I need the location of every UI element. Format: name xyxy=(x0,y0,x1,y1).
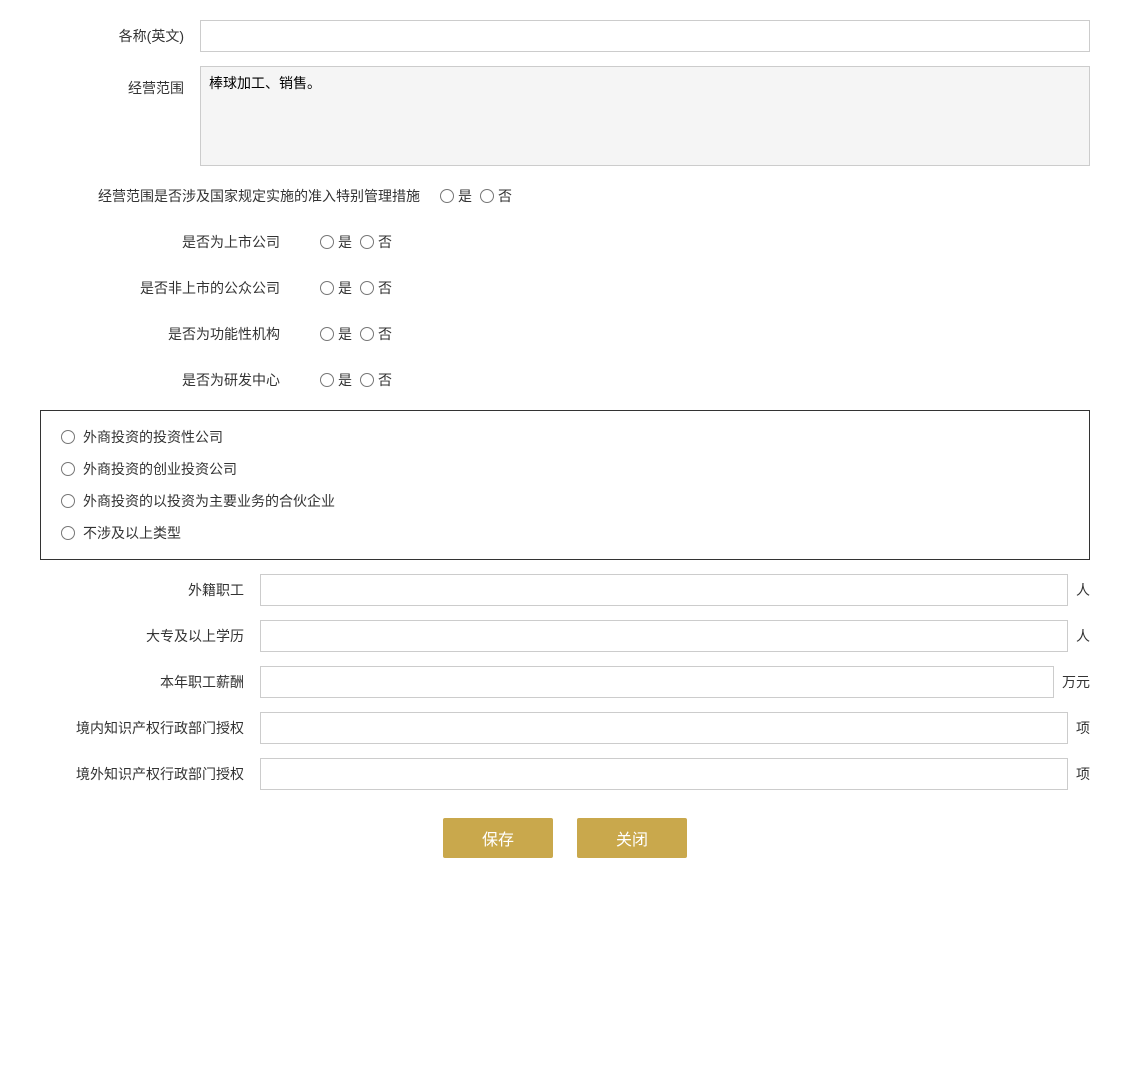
college-degree-label: 大专及以上学历 xyxy=(40,620,260,652)
annual-salary-input[interactable] xyxy=(260,666,1054,698)
special-management-yes-radio[interactable] xyxy=(440,189,454,203)
non-listed-public-no-radio[interactable] xyxy=(360,281,374,295)
special-management-no-text: 否 xyxy=(498,180,512,212)
foreign-staff-input[interactable] xyxy=(260,574,1068,606)
special-management-row: 经营范围是否涉及国家规定实施的准入特别管理措施 是 否 xyxy=(40,180,1090,212)
foreign-ip-input[interactable] xyxy=(260,758,1068,790)
listed-company-row: 是否为上市公司 是 否 xyxy=(40,226,1090,258)
annual-salary-row: 本年职工薪酬 万元 xyxy=(40,666,1090,698)
functional-institution-yes-label[interactable]: 是 xyxy=(320,318,352,350)
investment-company-item[interactable]: 外商投资的投资性公司 xyxy=(61,427,1069,447)
non-listed-public-label: 是否非上市的公众公司 xyxy=(40,272,300,304)
rd-center-label: 是否为研发中心 xyxy=(40,364,300,396)
functional-institution-yes-radio[interactable] xyxy=(320,327,334,341)
save-button[interactable]: 保存 xyxy=(443,818,553,858)
business-scope-textarea[interactable]: 棒球加工、销售。 xyxy=(200,66,1090,166)
functional-institution-radio-group: 是 否 xyxy=(300,318,392,350)
domestic-ip-input[interactable] xyxy=(260,712,1068,744)
non-listed-public-no-label[interactable]: 否 xyxy=(360,272,392,304)
listed-company-radio-group: 是 否 xyxy=(300,226,392,258)
college-degree-row: 大专及以上学历 人 xyxy=(40,620,1090,652)
investment-company-label: 外商投资的投资性公司 xyxy=(83,427,223,447)
special-management-yes-label[interactable]: 是 xyxy=(440,180,472,212)
annual-salary-label: 本年职工薪酬 xyxy=(40,666,260,698)
partnership-investment-item[interactable]: 外商投资的以投资为主要业务的合伙企业 xyxy=(61,491,1069,511)
rd-center-radio-group: 是 否 xyxy=(300,364,392,396)
non-listed-public-no-text: 否 xyxy=(378,272,392,304)
partnership-investment-radio[interactable] xyxy=(61,494,75,508)
not-applicable-radio[interactable] xyxy=(61,526,75,540)
special-management-radio-group: 是 否 xyxy=(440,180,512,212)
functional-institution-label: 是否为功能性机构 xyxy=(40,318,300,350)
listed-company-no-radio[interactable] xyxy=(360,235,374,249)
rd-center-yes-label[interactable]: 是 xyxy=(320,364,352,396)
venture-investment-label: 外商投资的创业投资公司 xyxy=(83,459,237,479)
college-degree-input[interactable] xyxy=(260,620,1068,652)
rd-center-yes-radio[interactable] xyxy=(320,373,334,387)
investment-company-radio[interactable] xyxy=(61,430,75,444)
rd-center-no-label[interactable]: 否 xyxy=(360,364,392,396)
name-en-input[interactable] xyxy=(200,20,1090,52)
functional-institution-no-text: 否 xyxy=(378,318,392,350)
special-management-no-radio[interactable] xyxy=(480,189,494,203)
domestic-ip-row: 境内知识产权行政部门授权 项 xyxy=(40,712,1090,744)
listed-company-no-text: 否 xyxy=(378,226,392,258)
rd-center-row: 是否为研发中心 是 否 xyxy=(40,364,1090,396)
foreign-staff-unit: 人 xyxy=(1068,574,1090,606)
special-management-yes-text: 是 xyxy=(458,180,472,212)
rd-center-no-radio[interactable] xyxy=(360,373,374,387)
listed-company-yes-radio[interactable] xyxy=(320,235,334,249)
special-management-no-label[interactable]: 否 xyxy=(480,180,512,212)
functional-institution-row: 是否为功能性机构 是 否 xyxy=(40,318,1090,350)
business-scope-label: 经营范围 xyxy=(40,66,200,104)
button-row: 保存 关闭 xyxy=(40,818,1090,858)
venture-investment-item[interactable]: 外商投资的创业投资公司 xyxy=(61,459,1069,479)
domestic-ip-unit: 项 xyxy=(1068,712,1090,744)
foreign-staff-label: 外籍职工 xyxy=(40,574,260,606)
listed-company-yes-label[interactable]: 是 xyxy=(320,226,352,258)
listed-company-label: 是否为上市公司 xyxy=(40,226,300,258)
form-container: 各称(英文) 经营范围 棒球加工、销售。 经营范围是否涉及国家规定实施的准入特别… xyxy=(40,20,1090,858)
venture-investment-radio[interactable] xyxy=(61,462,75,476)
rd-center-no-text: 否 xyxy=(378,364,392,396)
functional-institution-no-label[interactable]: 否 xyxy=(360,318,392,350)
rd-center-yes-text: 是 xyxy=(338,364,352,396)
non-listed-public-radio-group: 是 否 xyxy=(300,272,392,304)
non-listed-public-row: 是否非上市的公众公司 是 否 xyxy=(40,272,1090,304)
listed-company-no-label[interactable]: 否 xyxy=(360,226,392,258)
special-management-label: 经营范围是否涉及国家规定实施的准入特别管理措施 xyxy=(40,180,440,212)
name-en-row: 各称(英文) xyxy=(40,20,1090,52)
business-scope-row: 经营范围 棒球加工、销售。 xyxy=(40,66,1090,166)
listed-company-yes-text: 是 xyxy=(338,226,352,258)
non-listed-public-yes-label[interactable]: 是 xyxy=(320,272,352,304)
close-button[interactable]: 关闭 xyxy=(577,818,687,858)
functional-institution-no-radio[interactable] xyxy=(360,327,374,341)
not-applicable-label: 不涉及以上类型 xyxy=(83,523,181,543)
college-degree-unit: 人 xyxy=(1068,620,1090,652)
partnership-investment-label: 外商投资的以投资为主要业务的合伙企业 xyxy=(83,491,335,511)
foreign-ip-row: 境外知识产权行政部门授权 项 xyxy=(40,758,1090,790)
annual-salary-unit: 万元 xyxy=(1054,666,1090,698)
non-listed-public-yes-text: 是 xyxy=(338,272,352,304)
foreign-ip-unit: 项 xyxy=(1068,758,1090,790)
foreign-ip-label: 境外知识产权行政部门授权 xyxy=(40,758,260,790)
not-applicable-item[interactable]: 不涉及以上类型 xyxy=(61,523,1069,543)
foreign-staff-row: 外籍职工 人 xyxy=(40,574,1090,606)
domestic-ip-label: 境内知识产权行政部门授权 xyxy=(40,712,260,744)
non-listed-public-yes-radio[interactable] xyxy=(320,281,334,295)
name-en-label: 各称(英文) xyxy=(40,20,200,52)
functional-institution-yes-text: 是 xyxy=(338,318,352,350)
investment-type-box: 外商投资的投资性公司 外商投资的创业投资公司 外商投资的以投资为主要业务的合伙企… xyxy=(40,410,1090,560)
